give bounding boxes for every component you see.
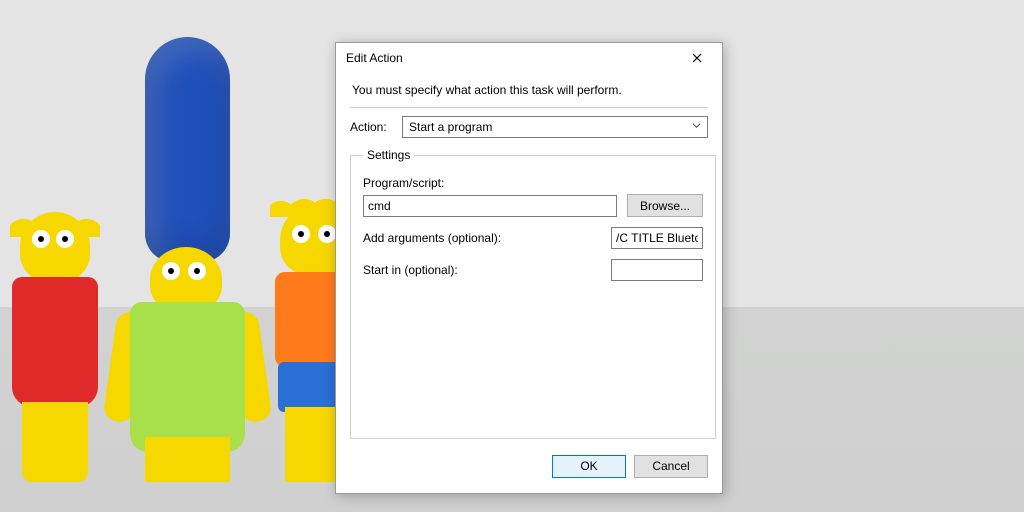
program-script-input[interactable] xyxy=(363,195,617,217)
settings-legend: Settings xyxy=(363,148,414,162)
bg-figure-lisa xyxy=(0,192,100,482)
action-dropdown-value: Start a program xyxy=(409,120,492,134)
dialog-title: Edit Action xyxy=(346,51,403,65)
dialog-titlebar[interactable]: Edit Action xyxy=(336,43,722,73)
action-dropdown[interactable]: Start a program xyxy=(402,116,708,138)
program-script-label: Program/script: xyxy=(363,176,703,190)
instruction-text: You must specify what action this task w… xyxy=(352,83,708,97)
cancel-button[interactable]: Cancel xyxy=(634,455,708,478)
close-icon xyxy=(692,50,702,67)
edit-action-dialog: Edit Action You must specify what action… xyxy=(335,42,723,494)
arguments-input[interactable] xyxy=(611,227,703,249)
divider xyxy=(350,107,708,108)
bg-figure-marge xyxy=(90,37,280,482)
dialog-footer: OK Cancel xyxy=(336,449,722,493)
action-label: Action: xyxy=(350,120,394,134)
start-in-input[interactable] xyxy=(611,259,703,281)
browse-button[interactable]: Browse... xyxy=(627,194,703,217)
arguments-label: Add arguments (optional): xyxy=(363,231,603,245)
start-in-label: Start in (optional): xyxy=(363,263,603,277)
chevron-down-icon xyxy=(692,121,701,133)
ok-button[interactable]: OK xyxy=(552,455,626,478)
settings-group: Settings Program/script: Browse... Add a… xyxy=(350,148,716,439)
close-button[interactable] xyxy=(678,47,716,69)
